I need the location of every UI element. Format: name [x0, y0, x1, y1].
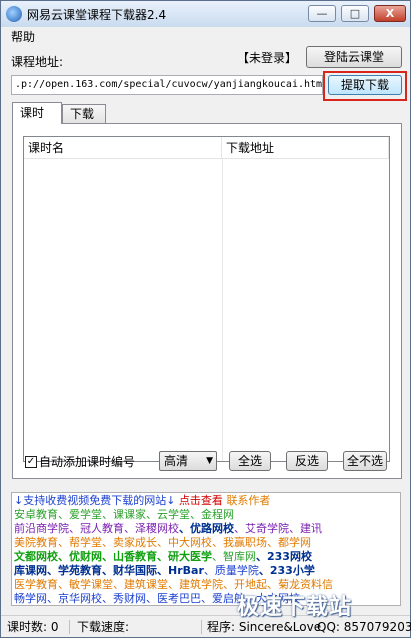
partner-site-link[interactable]: 、京华网校 [47, 592, 102, 605]
course-url-input[interactable]: .p://open.163.com/special/cuvocw/yanjian… [11, 75, 323, 95]
column-header-download-url[interactable]: 下载地址 [222, 137, 389, 159]
lesson-count: 课时数: 0 [7, 620, 59, 634]
download-speed: 下载速度: [77, 620, 130, 634]
tab-lessons[interactable]: 课时 [12, 102, 62, 124]
partner-row: 文都网校、优财网、山香教育、研大医学、智库网、233网校 [14, 550, 398, 564]
partner-site-link[interactable]: 文都网校 [14, 550, 58, 563]
auto-number-label: 自动添加课时编号 [39, 455, 136, 469]
tab-download[interactable]: 下载 [62, 104, 106, 123]
view-sites-link[interactable]: 点击查看 [179, 494, 223, 507]
partner-site-link[interactable]: 库课网 [14, 564, 47, 577]
dropdown-arrow-icon: ▼ [206, 456, 213, 466]
partner-site-link[interactable]: 、优路网校 [179, 522, 234, 535]
menu-bar: 帮助 [1, 27, 410, 45]
partner-site-link[interactable]: 、质量学院 [204, 564, 259, 577]
watermark-text: 极速下载站 [237, 595, 353, 620]
auto-number-checkbox[interactable]: ✓ [25, 456, 37, 468]
partner-site-link[interactable]: 、学苑教育 [47, 564, 102, 577]
select-none-button[interactable]: 全不选 [343, 451, 387, 471]
partner-row: 美院教育、帮学堂、卖家成长、中大网校、我赢职场、都学网 [14, 536, 398, 550]
partner-row: 库课网、学苑教育、财华国际、HrBar、质量学院、233小学 [14, 564, 398, 578]
status-divider [201, 620, 202, 634]
partner-site-link[interactable]: 、课课家 [102, 508, 146, 521]
partner-site-link[interactable]: 、233网校 [256, 550, 312, 563]
partner-site-link[interactable]: 、帮学堂 [58, 536, 102, 549]
partner-site-link[interactable]: 美院教育 [14, 536, 58, 549]
partner-site-link[interactable]: 、财华国际 [102, 564, 157, 577]
partner-site-link[interactable]: 、中大网校 [157, 536, 212, 549]
partner-site-link[interactable]: 、研大医学 [157, 550, 212, 563]
watermark-logo: 极速下载站 [237, 589, 352, 621]
title-bar[interactable]: 网易云课堂课程下载器2.4 — □ X [1, 1, 410, 27]
invert-selection-button[interactable]: 反选 [286, 451, 328, 471]
checkmark-icon: ✓ [26, 456, 36, 467]
partner-site-link[interactable]: 、优财网 [58, 550, 102, 563]
window-title: 网易云课堂课程下载器2.4 [27, 8, 167, 22]
partner-site-link[interactable]: 、爱学堂 [58, 508, 102, 521]
partner-site-link[interactable]: 、泽稷网校 [124, 522, 179, 535]
partner-site-link[interactable]: 、医考巴巴 [146, 592, 201, 605]
lessons-tab-panel: 课时名 下载地址 [12, 123, 402, 479]
partner-site-link[interactable]: 、金程网 [190, 508, 234, 521]
menu-item-help[interactable]: 帮助 [11, 28, 35, 45]
partner-site-link[interactable]: 、卖家成长 [102, 536, 157, 549]
partner-site-link[interactable]: 安卓教育 [14, 508, 58, 521]
contact-author-link[interactable]: 联系作者 [226, 494, 270, 507]
column-header-lesson-name[interactable]: 课时名 [24, 137, 222, 159]
partner-site-link[interactable]: 畅学网 [14, 592, 47, 605]
partner-site-link[interactable]: 、HrBar [157, 564, 204, 577]
partner-header-note: ↓支持收费视频免费下载的网站↓ [14, 494, 176, 507]
close-button[interactable]: X [374, 5, 406, 22]
partner-site-link[interactable]: 、山香教育 [102, 550, 157, 563]
partner-site-link[interactable]: 前沿商学院 [14, 522, 69, 535]
partner-site-link[interactable]: 、秀财网 [102, 592, 146, 605]
partner-site-link[interactable]: 、都学网 [267, 536, 311, 549]
partner-site-link[interactable]: 、建筑课堂 [113, 578, 168, 591]
partner-site-link[interactable]: 医学教育 [14, 578, 58, 591]
partner-site-link[interactable]: 、233小学 [259, 564, 315, 577]
maximize-button[interactable]: □ [341, 5, 369, 22]
partner-site-link[interactable]: 、我赢职场 [212, 536, 267, 549]
status-divider [69, 620, 70, 634]
lesson-list[interactable]: 课时名 下载地址 [23, 136, 390, 462]
login-button[interactable]: 登陆云课堂 [306, 46, 402, 68]
partner-header-row: ↓支持收费视频免费下载的网站↓ 点击查看 联系作者 [14, 494, 398, 508]
partner-site-link[interactable]: 、敏学课堂 [58, 578, 113, 591]
minimize-button[interactable]: — [308, 5, 336, 22]
partner-site-link[interactable]: 、建讯 [289, 522, 322, 535]
partner-row: 安卓教育、爱学堂、课课家、云学堂、金程网 [14, 508, 398, 522]
course-address-label: 课程地址: [11, 55, 64, 69]
partner-site-link[interactable]: 、冠人教育 [69, 522, 124, 535]
app-logo-icon [6, 6, 22, 22]
partner-row: 前沿商学院、冠人教育、泽稷网校、优路网校、艾奇学院、建讯 [14, 522, 398, 536]
column-divider [222, 159, 223, 461]
app-window: 网易云课堂课程下载器2.4 — □ X 帮助 课程地址: 【未登录】 登陆云课堂… [0, 0, 411, 638]
quality-select-value: 高清 [164, 454, 189, 468]
partner-site-link[interactable]: 、云学堂 [146, 508, 190, 521]
partner-site-link[interactable]: 、艾奇学院 [234, 522, 289, 535]
extract-download-button[interactable]: 提取下载 [328, 75, 402, 95]
quality-select[interactable]: 高清 ▼ [159, 451, 217, 471]
login-status-text: 【未登录】 [237, 51, 298, 65]
select-all-button[interactable]: 全选 [229, 451, 271, 471]
partner-site-link[interactable]: 、建筑学院 [168, 578, 223, 591]
partner-site-link[interactable]: 、智库网 [212, 550, 256, 563]
